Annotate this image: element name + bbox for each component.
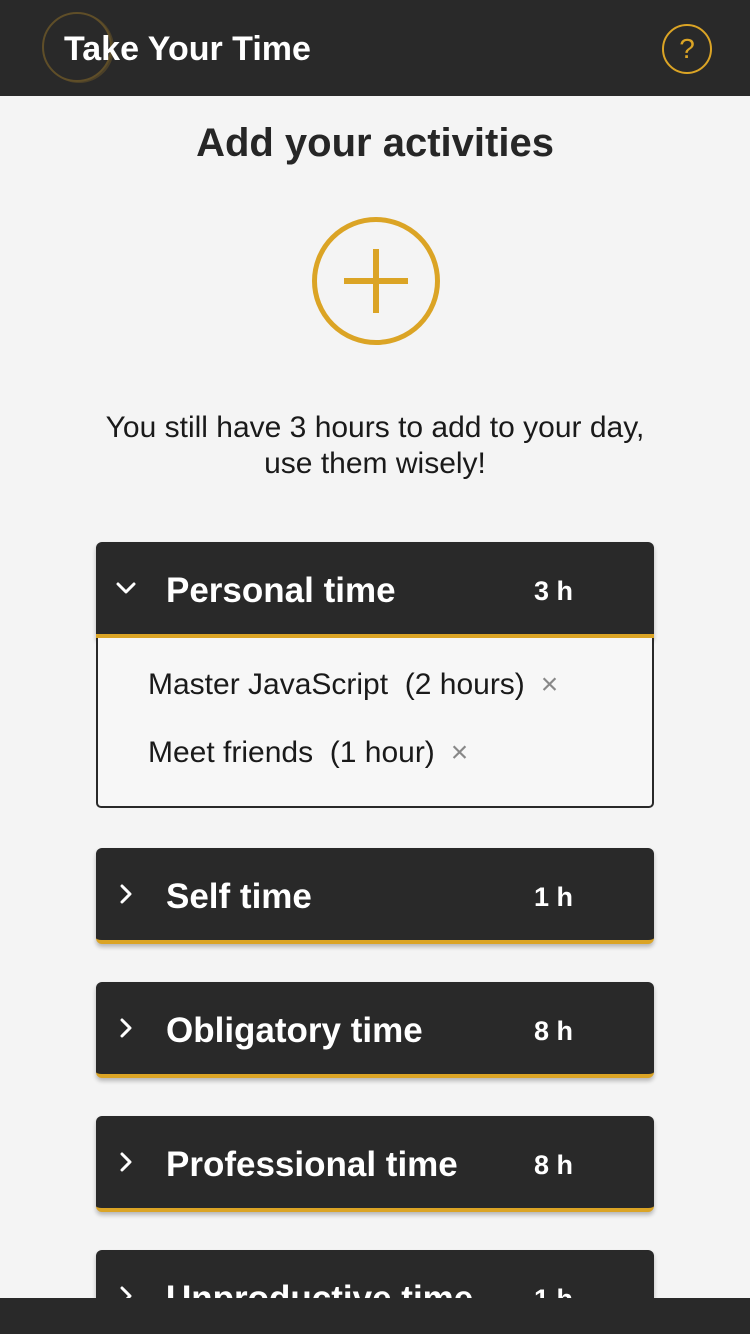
category-personal-time: Personal time 3 h Master JavaScript (2 h… [96,542,654,808]
bottom-bar [0,1298,750,1334]
chevron-right-icon [114,1150,138,1174]
category-hours: 8 h [534,1016,574,1046]
category-professional-time: Professional time 8 h [96,1116,654,1212]
app-title: Take Your Time [64,30,311,68]
category-hours: 1 h [534,882,574,912]
close-icon[interactable]: × [541,667,559,703]
remaining-line-2: use them wisely! [264,447,486,480]
chevron-right-icon [114,882,138,906]
remaining-hours-message: You still have 3 hours to add to your da… [60,410,690,482]
add-activity-button[interactable] [312,217,440,345]
category-name: Self time [166,877,312,916]
category-hours: 8 h [534,1150,574,1180]
category-self-time: Self time 1 h [96,848,654,944]
category-obligatory-time: Obligatory time 8 h [96,982,654,1078]
category-header[interactable]: Obligatory time 8 h [96,982,654,1078]
remaining-line-1: You still have 3 hours to add to your da… [105,411,645,444]
help-button[interactable]: ? [662,24,712,74]
activity-duration: (2 hours) [404,668,525,701]
category-name: Personal time [166,571,396,610]
category-name: Obligatory time [166,1011,423,1050]
activity-duration: (1 hour) [329,736,435,769]
category-header[interactable]: Self time 1 h [96,848,654,944]
category-hours: 3 h [534,576,574,606]
page-title: Add your activities [196,121,554,165]
activity-name: Master JavaScript [148,668,389,701]
list-item: Meet friends (1 hour) × [148,735,468,771]
category-name: Professional time [166,1145,458,1184]
activity-name: Meet friends [148,736,314,769]
close-icon[interactable]: × [451,735,469,771]
category-header[interactable]: Personal time 3 h [96,542,654,638]
chevron-down-icon [114,576,138,600]
activity-list: Master JavaScript (2 hours) × Meet friend… [96,638,654,808]
chevron-right-icon [114,1016,138,1040]
app-header: Take Your Time ? [0,0,750,96]
list-item: Master JavaScript (2 hours) × [148,667,558,703]
category-header[interactable]: Professional time 8 h [96,1116,654,1212]
